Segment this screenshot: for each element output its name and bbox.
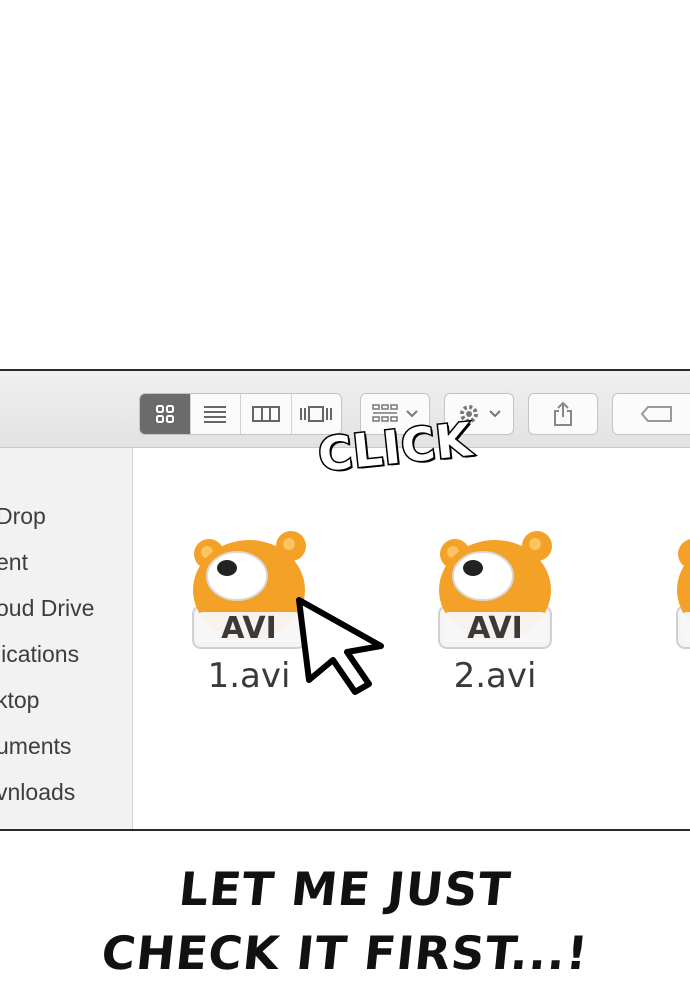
tags-button[interactable] (612, 393, 690, 435)
sidebar-item-applications[interactable]: lications (0, 641, 79, 668)
view-mode-segmented-control (139, 393, 342, 435)
file-name: 2.avi (453, 656, 537, 696)
sidebar-item-desktop[interactable]: ktop (0, 687, 39, 714)
caption-line-1: LET ME JUST (176, 862, 514, 916)
file-browser-area: AVI 1.avi AVI 2.avi (133, 448, 690, 829)
finder-sidebar: Drop ent oud Drive lications ktop uments… (0, 448, 133, 829)
avi-badge: AVI (467, 611, 523, 646)
chevron-down-icon (489, 410, 501, 418)
column-view-button[interactable] (241, 394, 292, 434)
file-item[interactable]: AVI 2.avi (425, 526, 565, 696)
sidebar-item-icloud-drive[interactable]: oud Drive (0, 595, 94, 622)
list-view-button[interactable] (191, 394, 241, 434)
share-icon (554, 401, 572, 426)
avi-file-icon (676, 539, 690, 649)
file-item[interactable] (663, 526, 690, 676)
icon-view-icon (155, 405, 174, 423)
avi-file-icon: AVI (438, 531, 552, 649)
sidebar-item-documents[interactable]: uments (0, 733, 71, 760)
sidebar-item-recent[interactable]: ent (0, 549, 28, 576)
column-view-icon (251, 406, 280, 422)
sidebar-item-airdrop[interactable]: Drop (0, 503, 46, 530)
icon-view-button[interactable] (140, 394, 191, 434)
sidebar-item-downloads[interactable]: vnloads (0, 779, 75, 806)
avi-badge: AVI (221, 611, 277, 646)
share-button[interactable] (528, 393, 598, 435)
caption-line-2: CHECK IT FIRST...! (98, 926, 592, 980)
tag-icon (640, 406, 672, 422)
list-view-icon (204, 406, 227, 423)
cover-flow-icon (300, 406, 333, 422)
mouse-pointer-icon (296, 597, 384, 695)
